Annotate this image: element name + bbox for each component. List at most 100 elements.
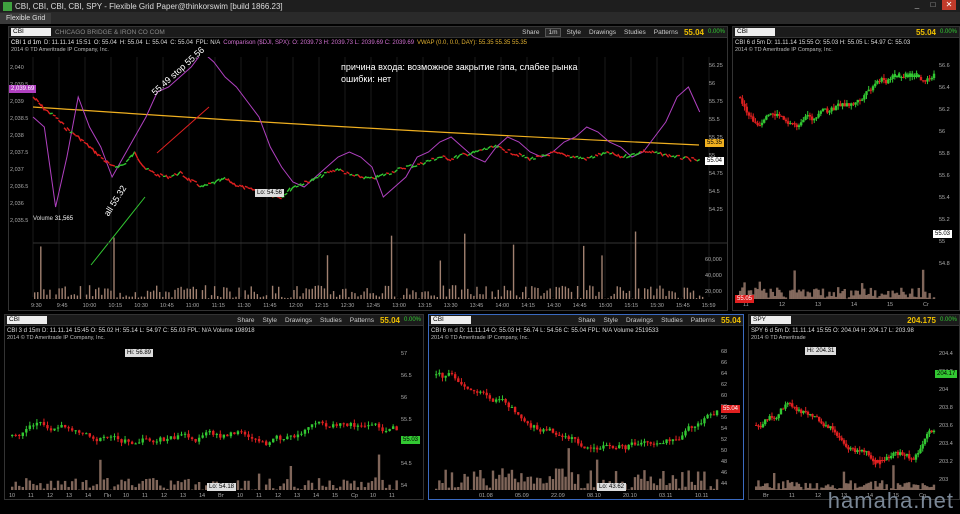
br-copyright: 2014 © TD Ameritrade [751, 335, 806, 341]
bm-studies-button[interactable]: Studies [659, 317, 685, 324]
br-volume [782, 481, 785, 490]
br-symbol-input[interactable]: SPY [751, 316, 791, 324]
bm-volume [580, 488, 583, 490]
price-segment [244, 185, 248, 188]
bl-volume [116, 484, 120, 490]
bm-candle [595, 447, 599, 450]
studies-button[interactable]: Studies [622, 29, 648, 36]
volume-bar [171, 297, 173, 299]
info-high: H: 55.04 [119, 39, 143, 46]
topright-chart[interactable]: 56.656.456.25655.855.655.455.25554.811 12… [733, 57, 959, 309]
bl-candle [123, 439, 127, 443]
br-candle [802, 410, 805, 414]
minimize-button[interactable]: _ [910, 0, 924, 10]
bl-candle [180, 434, 183, 436]
tr-candle [884, 80, 888, 84]
bm-volume [577, 474, 580, 490]
price-segment [77, 135, 82, 142]
bl-volume [353, 480, 356, 490]
drawings-button[interactable]: Drawings [587, 29, 618, 36]
bm-volume [561, 468, 564, 490]
patterns-button[interactable]: Patterns [652, 29, 680, 36]
bm-style-button[interactable]: Style [602, 317, 620, 324]
bm-price: 55.04 [720, 315, 741, 325]
share-button[interactable]: Share [520, 29, 541, 36]
br-chart[interactable]: 204.4204.2204203.8203.6203.4203.2203Вт11… [749, 345, 959, 500]
br-candle [896, 451, 900, 455]
bm-share-button[interactable]: Share [576, 317, 597, 324]
bl-symbol-input[interactable]: CBI [7, 316, 47, 324]
bl-candle [120, 439, 123, 443]
style-button[interactable]: Style [565, 29, 583, 36]
volume-bar [116, 297, 118, 299]
maximize-button[interactable]: □ [926, 0, 940, 10]
volume-bar [351, 291, 353, 299]
volume-bar [183, 289, 185, 299]
timeframe-button[interactable]: 1m [545, 27, 561, 37]
bl-header: CBI Share Style Drawings Studies Pattern… [5, 315, 423, 326]
bl-patterns-button[interactable]: Patterns [348, 317, 376, 324]
bm-chart[interactable]: 6866646260585654525048464401.0805.0922.0… [429, 345, 743, 500]
topright-symbol-input[interactable]: CBI [735, 28, 775, 36]
bl-volume [148, 478, 151, 490]
bm-candle [659, 443, 662, 445]
bl-share-button[interactable]: Share [235, 317, 256, 324]
bm-volume [715, 479, 719, 490]
tr-volume [858, 294, 862, 299]
bl-volume [88, 487, 91, 490]
tr-candle [904, 73, 907, 78]
volume-bar [540, 295, 542, 299]
tr-volume [904, 294, 907, 299]
bm-candle [526, 421, 529, 424]
tab-flexible-grid[interactable]: Flexible Grid [0, 12, 52, 24]
bm-drawings-button[interactable]: Drawings [624, 317, 655, 324]
volume-bar [101, 294, 103, 299]
price-segment [414, 165, 418, 168]
price-segment [560, 152, 565, 156]
tr-volume [760, 290, 764, 299]
volume-bar [619, 287, 621, 299]
bl-volume [293, 486, 296, 490]
bl-studies-button[interactable]: Studies [318, 317, 344, 324]
volume-bar [668, 290, 670, 299]
bm-volume [498, 474, 501, 490]
volume-bar [287, 298, 289, 299]
volume-bar [570, 291, 573, 299]
bm-volume [504, 477, 507, 490]
bl-candle [28, 425, 32, 429]
volume-bar [589, 285, 591, 299]
price-segment [250, 187, 254, 191]
window-title: CBI, CBI, CBI, CBI, SPY - Flexible Grid … [15, 1, 283, 11]
volume-bar [156, 285, 158, 299]
tr-axis-tick: 55.8 [939, 151, 950, 157]
tr-candle [915, 73, 918, 77]
price-chart[interactable]: 2,0402,039.52,0392,038.52,0382,037.52,03… [9, 57, 727, 309]
price-segment [693, 158, 698, 162]
tr-volume [765, 292, 768, 299]
close-button[interactable]: ✕ [942, 0, 956, 10]
time-axis-tick: 12:30 [341, 303, 355, 309]
time-axis-tick: 11:45 [263, 303, 276, 309]
bl-candle [113, 436, 116, 438]
br-candle [878, 460, 882, 465]
bm-symbol-input[interactable]: CBI [431, 316, 471, 324]
bl-style-button[interactable]: Style [261, 317, 279, 324]
bl-volume [49, 480, 53, 490]
bl-candle [353, 423, 356, 427]
br-candle [919, 448, 922, 454]
bl-time-tick: 13 [180, 493, 186, 499]
bm-patterns-button[interactable]: Patterns [689, 317, 717, 324]
br-candle [892, 452, 895, 456]
br-candle [836, 432, 839, 436]
left-axis-tick: 2,040 [10, 65, 24, 71]
bm-low-label: Lo: 43.62 [597, 483, 627, 491]
topright-pct: 0.00% [939, 29, 957, 35]
bl-copyright: 2014 © TD Ameritrade IP Company, Inc. [7, 335, 105, 341]
symbol-input[interactable]: CBI [11, 28, 51, 36]
bl-chart[interactable]: 5756.55655.55554.5541011121314Пн10111213… [5, 345, 423, 500]
bl-drawings-button[interactable]: Drawings [283, 317, 314, 324]
bl-candle [137, 442, 141, 444]
bl-candle [236, 431, 240, 435]
tr-candle [769, 113, 772, 115]
price-segment [352, 174, 356, 177]
